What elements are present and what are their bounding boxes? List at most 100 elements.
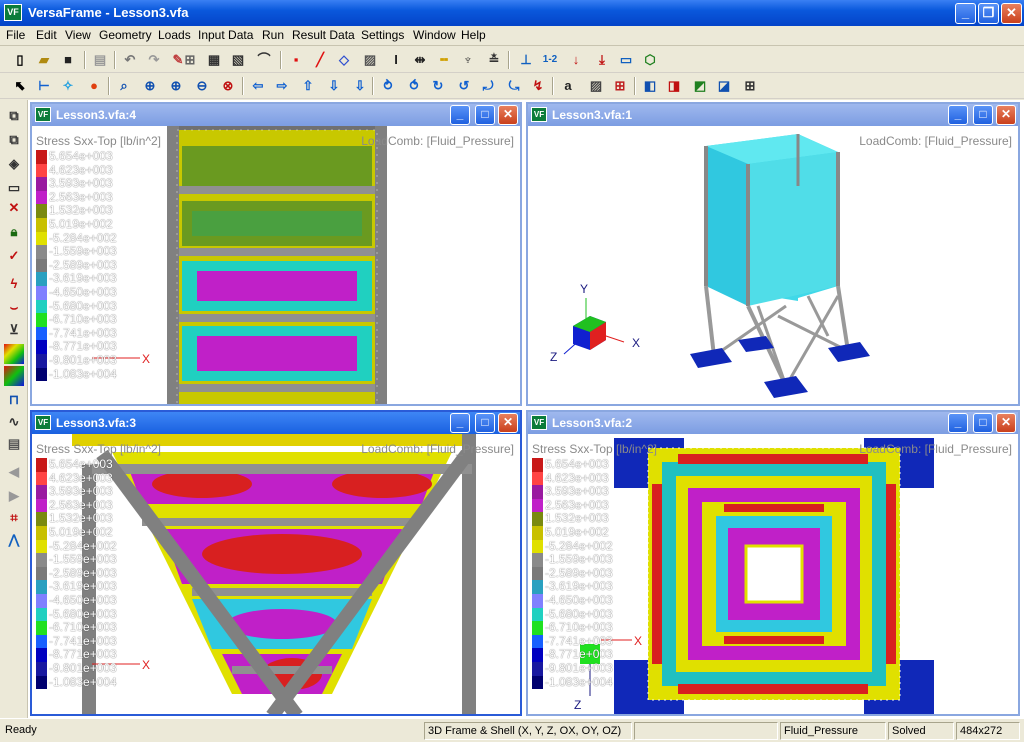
line-icon[interactable]: ╱ bbox=[310, 50, 330, 70]
viewport-4-canvas[interactable]: Stress Sxx-Top [lb/in^2] LoadComb: [Flui… bbox=[32, 126, 520, 404]
frame-icon[interactable]: ▦ bbox=[204, 50, 224, 70]
shell-icon[interactable]: ▧ bbox=[228, 50, 248, 70]
menu-input-data[interactable]: Input Data bbox=[198, 28, 253, 42]
viewport-window-2[interactable]: VF Lesson3.vfa:2 _ □ ✕ Stress Sxx-Top [l… bbox=[526, 410, 1020, 716]
rotate-y-icon[interactable]: ⥀ bbox=[404, 76, 424, 96]
open-icon[interactable]: ▰ bbox=[34, 50, 54, 70]
viewport-3-title-bar[interactable]: VF Lesson3.vfa:3 _ □ ✕ bbox=[32, 412, 520, 434]
viewport-window-4[interactable]: VF Lesson3.vfa:4 _ □ ✕ Stress Sxx-Top [l… bbox=[30, 102, 522, 406]
text-size-icon[interactable]: a bbox=[558, 76, 578, 96]
pan-right-icon[interactable]: ⇨ bbox=[272, 76, 292, 96]
view-side-icon[interactable]: ◨ bbox=[664, 76, 684, 96]
release-icon[interactable]: ⌣ bbox=[4, 298, 24, 318]
close-button[interactable]: ✕ bbox=[1001, 3, 1022, 24]
zoom-window-icon[interactable]: ⌕ bbox=[114, 76, 134, 96]
distributed-load-icon[interactable]: ↓ bbox=[566, 50, 586, 70]
menu-help[interactable]: Help bbox=[461, 28, 486, 42]
table-icon[interactable]: ⊞ bbox=[740, 76, 760, 96]
view-front-icon[interactable]: ◧ bbox=[640, 76, 660, 96]
viewport-3-minimize-button[interactable]: _ bbox=[450, 413, 470, 433]
joint-icon[interactable]: ⊞ bbox=[180, 50, 200, 70]
menu-settings[interactable]: Settings bbox=[361, 28, 404, 42]
rotate-yn-icon[interactable]: ⤾ bbox=[478, 76, 498, 96]
restore-button[interactable]: ❐ bbox=[978, 3, 999, 24]
menu-view[interactable]: View bbox=[65, 28, 91, 42]
viewport-3-close-button[interactable]: ✕ bbox=[498, 413, 518, 433]
dimension-icon[interactable]: ⇹ bbox=[410, 50, 430, 70]
viewport-window-1[interactable]: VF Lesson3.vfa:1 _ □ ✕ LoadComb: [Fluid_… bbox=[526, 102, 1020, 406]
undo-icon[interactable]: ↶ bbox=[120, 50, 140, 70]
support-icon[interactable]: ♆ bbox=[458, 50, 478, 70]
viewport-2-close-button[interactable]: ✕ bbox=[996, 413, 1016, 433]
save-icon[interactable]: ■ bbox=[58, 50, 78, 70]
menu-edit[interactable]: Edit bbox=[36, 28, 57, 42]
copy-icon[interactable]: ⧉ bbox=[4, 106, 24, 126]
zoom-in-icon[interactable]: ⊕ bbox=[166, 76, 186, 96]
menu-result-data[interactable]: Result Data bbox=[292, 28, 355, 42]
numbering-icon[interactable]: ≛ bbox=[484, 50, 504, 70]
viewport-4-minimize-button[interactable]: _ bbox=[450, 105, 470, 125]
rotate-icon[interactable]: ◈ bbox=[4, 154, 24, 174]
viewport-2-canvas[interactable]: Stress Sxx-Top [lb/in^2] LoadComb: [Flui… bbox=[528, 434, 1018, 714]
rotate-z-icon[interactable]: ↻ bbox=[428, 76, 448, 96]
curve-icon[interactable]: ⌒ bbox=[254, 50, 274, 70]
pan-left-icon[interactable]: ⇦ bbox=[248, 76, 268, 96]
3d-view-icon[interactable]: ⬡ bbox=[640, 50, 660, 70]
redo-icon[interactable]: ↷ bbox=[144, 50, 164, 70]
menu-run[interactable]: Run bbox=[262, 28, 284, 42]
select-joint-icon[interactable]: ✧ bbox=[58, 76, 78, 96]
new-icon[interactable]: ▯ bbox=[10, 50, 30, 70]
viewport-1-close-button[interactable]: ✕ bbox=[996, 105, 1016, 125]
point-red-icon[interactable]: ▪ bbox=[286, 50, 306, 70]
frame-view-icon[interactable]: ⊓ bbox=[4, 390, 24, 410]
pan-up-icon[interactable]: ⇧ bbox=[298, 76, 318, 96]
grid-icon[interactable]: ▭ bbox=[616, 50, 636, 70]
viewport-1-canvas[interactable]: LoadComb: [Fluid_Pressure] Y X Z bbox=[528, 126, 1018, 404]
load-icon[interactable]: ⊥ bbox=[516, 50, 536, 70]
viewport-1-minimize-button[interactable]: _ bbox=[948, 105, 968, 125]
menu-window[interactable]: Window bbox=[413, 28, 456, 42]
menu-file[interactable]: File bbox=[6, 28, 25, 42]
viewport-4-close-button[interactable]: ✕ bbox=[498, 105, 518, 125]
rotate-reset-icon[interactable]: ↯ bbox=[528, 76, 548, 96]
point-load-icon[interactable]: ⤓ bbox=[592, 50, 612, 70]
select-member-icon[interactable]: ⊢ bbox=[34, 76, 54, 96]
viewport-2-title-bar[interactable]: VF Lesson3.vfa:2 _ □ ✕ bbox=[528, 412, 1018, 434]
report-icon[interactable]: ▤ bbox=[4, 434, 24, 454]
zoom-out-icon[interactable]: ⊖ bbox=[192, 76, 212, 96]
crop-icon[interactable]: ⌗ bbox=[4, 508, 24, 528]
viewport-1-maximize-button[interactable]: □ bbox=[973, 105, 993, 125]
numbering-12-icon[interactable]: 1-2 bbox=[540, 50, 560, 70]
lightning-icon[interactable]: ϟ bbox=[4, 274, 24, 294]
rotate-x-icon[interactable]: ⥁ bbox=[378, 76, 398, 96]
viewport-3-canvas[interactable]: Stress Sxx-Top [lb/in^2] LoadComb: [Flui… bbox=[32, 434, 520, 714]
viewport-window-3[interactable]: VF Lesson3.vfa:3 _ □ ✕ Stress Sxx-Top [l… bbox=[30, 410, 522, 716]
zoom-previous-icon[interactable]: ⊗ bbox=[218, 76, 238, 96]
select-icon[interactable]: ⬉ bbox=[10, 76, 30, 96]
back-icon[interactable]: ◀ bbox=[4, 462, 24, 482]
viewport-1-title-bar[interactable]: VF Lesson3.vfa:1 _ □ ✕ bbox=[528, 104, 1018, 126]
viewport-4-maximize-button[interactable]: □ bbox=[475, 105, 495, 125]
forward-icon[interactable]: ▶ bbox=[4, 486, 24, 506]
point-icon[interactable]: ● bbox=[84, 76, 104, 96]
menu-geometry[interactable]: Geometry bbox=[99, 28, 152, 42]
polygon-icon[interactable]: ◇ bbox=[334, 50, 354, 70]
section-icon[interactable]: ⊞ bbox=[610, 76, 630, 96]
select-box-icon[interactable]: ▭ bbox=[4, 178, 24, 198]
rotate-xn-icon[interactable]: ↺ bbox=[454, 76, 474, 96]
delete-icon[interactable]: ✕ bbox=[4, 198, 24, 218]
color-icon[interactable] bbox=[4, 366, 24, 386]
offset-icon[interactable]: ⊻ bbox=[4, 320, 24, 340]
viewport-4-title-bar[interactable]: VF Lesson3.vfa:4 _ □ ✕ bbox=[32, 104, 520, 126]
menu-loads[interactable]: Loads bbox=[158, 28, 191, 42]
check-icon[interactable]: ✓ bbox=[4, 246, 24, 266]
text-icon[interactable]: I bbox=[386, 50, 406, 70]
minimize-button[interactable]: _ bbox=[955, 3, 976, 24]
lock-icon[interactable]: 🔒︎ bbox=[4, 222, 24, 242]
viewport-3-maximize-button[interactable]: □ bbox=[475, 413, 495, 433]
rotate-zn-icon[interactable]: ⤿ bbox=[504, 76, 524, 96]
fill-icon[interactable]: ▨ bbox=[586, 76, 606, 96]
view-top-icon[interactable]: ◩ bbox=[690, 76, 710, 96]
pan-down-alt-icon[interactable]: ⇩ bbox=[350, 76, 370, 96]
contour-icon[interactable] bbox=[4, 344, 24, 364]
